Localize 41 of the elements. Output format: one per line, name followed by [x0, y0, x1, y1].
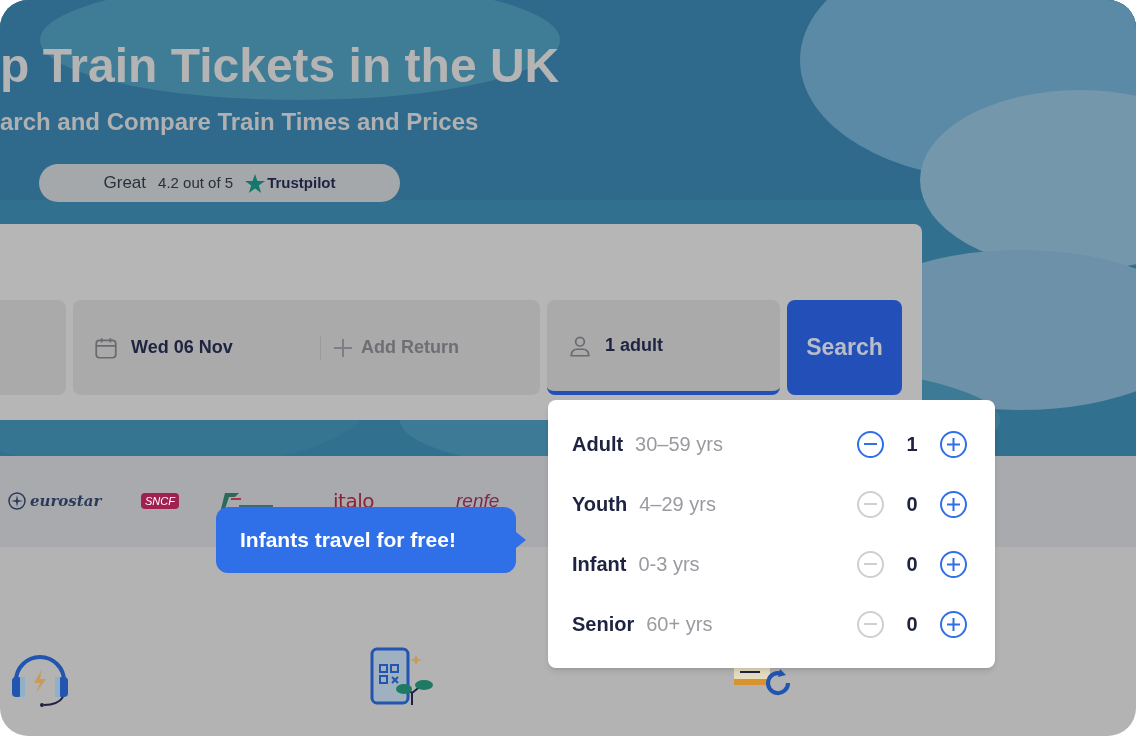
age-range: 4–29 yrs — [639, 492, 716, 517]
passenger-count: 0 — [905, 492, 919, 517]
plus-icon — [947, 617, 960, 631]
passenger-count: 1 — [905, 432, 919, 457]
passenger-type: Adult — [572, 432, 624, 457]
passengers-field[interactable]: 1 adult — [547, 300, 780, 395]
minus-icon — [864, 443, 877, 445]
plus-icon — [947, 497, 960, 511]
passenger-type: Youth — [572, 492, 628, 517]
operator-logo: eurostar — [30, 490, 102, 512]
tooltip: Infants travel for free! — [216, 507, 516, 573]
date-field[interactable]: Wed 06 Nov — [93, 334, 320, 361]
plus-button[interactable] — [940, 610, 967, 638]
tooltip-arrow — [516, 532, 526, 548]
rating-score: 4.2 out of 5 — [158, 172, 234, 193]
minus-icon — [864, 563, 877, 565]
passenger-type: Senior — [572, 612, 635, 637]
passenger-count: 0 — [905, 552, 919, 577]
hero-title: p Train Tickets in the UK — [0, 40, 561, 92]
star-logo-icon — [8, 492, 26, 510]
operator-logo: SNCF — [141, 492, 179, 510]
minus-button[interactable] — [857, 430, 884, 458]
age-range: 0-3 yrs — [638, 552, 700, 577]
plus-button[interactable] — [940, 490, 967, 518]
plus-icon — [947, 437, 960, 451]
plus-button[interactable] — [940, 550, 967, 578]
plus-icon — [333, 337, 353, 358]
age-range: 30–59 yrs — [635, 432, 723, 457]
search-button[interactable]: Search — [787, 300, 902, 395]
phone-plant-icon — [370, 647, 434, 707]
age-range: 60+ yrs — [646, 612, 713, 637]
passenger-type: Infant — [572, 552, 627, 577]
rating-label: Great — [103, 172, 147, 195]
plus-button[interactable] — [940, 430, 967, 458]
trustpilot-logo: Trustpilot — [267, 172, 336, 193]
star-icon — [245, 173, 266, 193]
minus-icon — [864, 503, 877, 505]
minus-icon — [864, 623, 877, 625]
hero-subtitle: arch and Compare Train Times and Prices — [0, 107, 480, 137]
plus-icon — [947, 557, 960, 571]
passenger-count: 0 — [905, 612, 919, 637]
